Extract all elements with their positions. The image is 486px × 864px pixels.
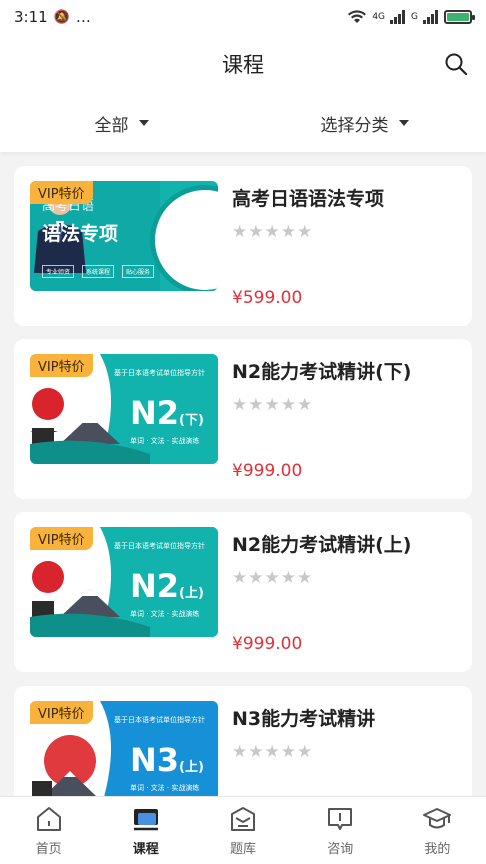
vip-badge: VIP特价 xyxy=(30,701,93,724)
course-card[interactable]: 高考日语 语法专项 专业师资 系统课程 贴心服务 VIP特价 高考日语语法专项 … xyxy=(14,166,472,326)
thumbnail-level-suffix: (上) xyxy=(179,760,204,775)
course-card[interactable]: 基于日本语考试单位指导方针 N2(下) 单词 · 文法 · 实战演练 VIP特价… xyxy=(14,339,472,499)
course-card[interactable]: 基于日本语考试单位指导方针 N2(上) 单词 · 文法 · 实战演练 VIP特价… xyxy=(14,512,472,672)
tab-label: 首页 xyxy=(35,842,62,857)
rating-stars: ★★★★★ xyxy=(232,222,314,242)
course-icon xyxy=(133,809,158,831)
page-title: 课程 xyxy=(222,53,264,77)
wifi-icon xyxy=(348,10,367,23)
course-price: ¥599.00 xyxy=(232,288,303,308)
tab-question-bank[interactable]: 题库 xyxy=(194,797,291,864)
vip-badge: VIP特价 xyxy=(30,354,93,377)
thumbnail-level-text: N3 xyxy=(130,741,180,779)
course-thumbnail: 基于日本语考试单位指导方针 N3(上) 单词 · 文法 · 实战演练 VIP特价 xyxy=(30,701,218,796)
battery-icon xyxy=(444,10,475,24)
course-list[interactable]: 高考日语 语法专项 专业师资 系统课程 贴心服务 VIP特价 高考日语语法专项 … xyxy=(0,166,486,796)
caret-down-icon xyxy=(398,120,409,126)
course-card[interactable]: 基于日本语考试单位指导方针 N3(上) 单词 · 文法 · 实战演练 VIP特价… xyxy=(14,686,472,796)
filter-category-dropdown[interactable]: 选择分类 xyxy=(243,94,486,152)
thumbnail-caption: 基于日本语考试单位指导方针 xyxy=(114,542,205,550)
rating-stars: ★★★★★ xyxy=(232,395,314,415)
filter-all-dropdown[interactable]: 全部 xyxy=(0,94,243,152)
course-title: N2能力考试精讲(下) xyxy=(232,361,412,383)
tab-label: 我的 xyxy=(424,842,451,857)
network-type-2: G xyxy=(411,12,418,22)
consult-icon xyxy=(328,808,353,830)
thumbnail-footer: 单词 · 文法 · 实战演练 xyxy=(130,784,200,792)
thumbnail-level-suffix: (下) xyxy=(179,413,204,428)
thumbnail-tag: 系统课程 xyxy=(82,265,115,278)
network-type-1: 4G xyxy=(372,12,386,22)
course-price: ¥999.00 xyxy=(232,634,303,654)
course-title: N3能力考试精讲 xyxy=(232,708,376,730)
search-button[interactable] xyxy=(440,48,472,80)
profile-icon xyxy=(423,808,452,829)
thumbnail-level-text: N2 xyxy=(130,567,180,605)
status-more: … xyxy=(75,8,91,26)
course-title: 高考日语语法专项 xyxy=(232,188,385,210)
tab-label: 咨询 xyxy=(327,842,354,857)
tab-profile[interactable]: 我的 xyxy=(389,797,486,864)
thumbnail-level-suffix: (上) xyxy=(179,586,204,601)
tab-label: 课程 xyxy=(132,842,159,857)
course-thumbnail: 高考日语 语法专项 专业师资 系统课程 贴心服务 VIP特价 xyxy=(30,181,218,291)
thumbnail-tags: 专业师资 系统课程 贴心服务 xyxy=(42,265,155,278)
course-price: ¥999.00 xyxy=(232,461,303,481)
tab-home[interactable]: 首页 xyxy=(0,797,97,864)
bottom-tab-bar: 首页 课程 题库 咨询 我的 xyxy=(0,796,486,864)
thumbnail-footer: 单词 · 文法 · 实战演练 xyxy=(130,610,200,618)
tab-label: 题库 xyxy=(230,842,257,857)
vip-badge: VIP特价 xyxy=(30,181,93,204)
home-icon xyxy=(36,807,61,831)
signal-icon-2 xyxy=(423,10,438,24)
filter-category-label: 选择分类 xyxy=(320,115,389,136)
search-icon xyxy=(445,53,468,76)
thumbnail-caption: 基于日本语考试单位指导方针 xyxy=(114,716,205,724)
thumbnail-footer: 单词 · 文法 · 实战演练 xyxy=(130,437,200,445)
filter-all-label: 全部 xyxy=(94,115,129,136)
tab-course[interactable]: 课程 xyxy=(97,797,194,864)
header: 课程 xyxy=(0,34,486,94)
thumbnail-caption: 基于日本语考试单位指导方针 xyxy=(114,369,205,377)
signal-icon xyxy=(390,10,406,24)
tab-consult[interactable]: 咨询 xyxy=(292,797,389,864)
rating-stars: ★★★★★ xyxy=(232,742,314,762)
course-thumbnail: 基于日本语考试单位指导方针 N2(上) 单词 · 文法 · 实战演练 VIP特价 xyxy=(30,527,218,637)
status-bar: 3:11 🔕 … 4G G xyxy=(0,0,486,34)
notification-off-icon: 🔕 xyxy=(53,9,70,25)
thumbnail-level: N2(下) xyxy=(130,394,204,432)
course-title: N2能力考试精讲(上) xyxy=(232,534,412,556)
status-time: 3:11 xyxy=(14,8,48,26)
vip-badge: VIP特价 xyxy=(30,527,93,550)
thumbnail-level-text: N2 xyxy=(130,394,180,432)
thumbnail-level: N2(上) xyxy=(130,567,204,605)
question-bank-icon xyxy=(231,807,255,831)
filter-bar: 全部 选择分类 xyxy=(0,94,486,152)
thumbnail-tag: 专业师资 xyxy=(42,265,75,278)
thumbnail-title: 语法专项 xyxy=(42,223,119,245)
caret-down-icon xyxy=(138,120,149,126)
thumbnail-level: N3(上) xyxy=(130,741,204,779)
rating-stars: ★★★★★ xyxy=(232,568,314,588)
course-thumbnail: 基于日本语考试单位指导方针 N2(下) 单词 · 文法 · 实战演练 VIP特价 xyxy=(30,354,218,464)
thumbnail-tag: 贴心服务 xyxy=(122,265,155,278)
